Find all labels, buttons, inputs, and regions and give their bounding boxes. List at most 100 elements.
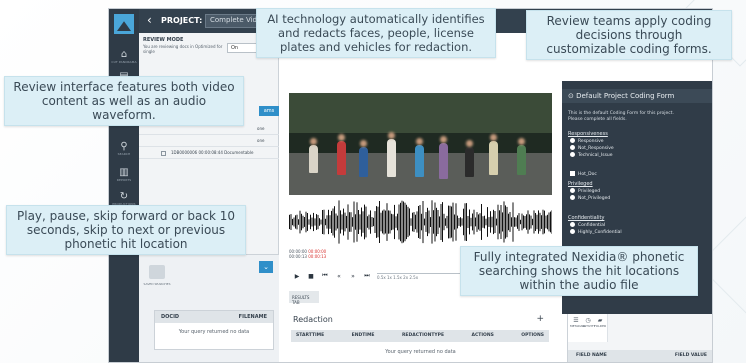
hit-list: one one 1DB0000006 00:00:08:44 Documenta… [139,123,279,159]
confidentiality-group: Confidentiality Confidential Highly_Conf… [568,215,708,236]
waveform-bar [448,205,449,239]
rewind-icon[interactable]: « [335,273,343,280]
waveform-bar [469,209,470,235]
saved-searches-icon[interactable] [149,265,165,279]
actions-column-header[interactable]: ACTIONS [471,333,493,339]
hot-doc-checkbox-row[interactable]: Hot_Doc [568,171,708,178]
options-column-header[interactable]: OPTIONS [521,333,544,339]
radio-option[interactable]: Highly_Confidential [568,229,708,236]
productions-icon[interactable]: ↻ PRODUCTIONS [109,191,139,206]
coding-form-header[interactable]: ⊙ Default Project Coding Form [562,89,712,103]
stop-icon[interactable]: ■ [307,273,315,280]
home-icon[interactable]: ⌂ CUT PANORAMA [109,49,139,64]
results-tab[interactable]: RESULTS TAB [289,291,319,305]
tab-label: METADATA [570,324,586,328]
project-label: PROJECT: [161,16,203,25]
radio-option[interactable]: Confidential [568,222,708,229]
hit-row[interactable]: one [139,135,279,147]
callout-playback-controls: Play, pause, skip forward or back 10 sec… [6,205,246,255]
field-value-column-header[interactable]: FIELD VALUE [675,353,707,362]
selected-hit-highlight[interactable]: ams [259,106,279,116]
waveform-bar [406,204,407,240]
video-player[interactable] [289,93,552,195]
waveform-bar [386,203,388,241]
waveform-bar [398,204,400,240]
waveform-bar [392,214,394,230]
review-mode-toggle[interactable]: On [227,43,257,53]
waveform-bar [491,216,493,228]
document-table: DOCID FILENAME Your query returned no dat… [154,310,274,350]
option-label: Technical_Issue [578,153,613,158]
waveform-bar [490,211,491,233]
waveform-bar [521,213,523,231]
radio-option[interactable]: Not_Privileged [568,195,708,202]
waveform-bar [440,204,442,240]
radio-option[interactable]: Privileged [568,188,708,195]
waveform-bar [421,213,422,231]
hit-checkbox[interactable] [161,150,166,156]
filename-column-header[interactable]: FILENAME [239,314,267,320]
radio-icon[interactable] [570,138,575,143]
field-name-column-header[interactable]: FIELD NAME [576,353,607,362]
back-arrow-icon[interactable]: ‹ [147,13,152,27]
waveform-bar [374,211,376,233]
waveform-bar [401,200,403,244]
radio-icon[interactable] [570,152,575,157]
waveform-bar [325,218,326,226]
waveform-bar [485,218,487,226]
folder-tab[interactable]: ▰ FOLDER [594,317,606,328]
hit-row-text: one [257,138,265,143]
hit-row[interactable]: 1DB0000006 00:00:08:44 Documentable [139,147,279,159]
radio-icon[interactable] [570,195,575,200]
radio-icon[interactable] [570,188,575,193]
previous-hit-icon[interactable]: ⏮ [321,272,329,280]
waveform-bar [472,213,473,231]
play-icon[interactable]: ▶ [293,273,301,280]
docid-column-header[interactable]: DOCID [161,314,179,320]
waveform-bar [466,203,467,241]
tab-label: ACTIVITY [582,324,596,328]
redactiontype-column-header[interactable]: REDACTIONTYPE [402,333,444,339]
radio-option[interactable]: Responsive [568,138,708,145]
activity-tab[interactable]: ◷ ACTIVITY [582,317,596,328]
waveform-bar [395,216,397,228]
waveform-bar [377,206,379,238]
waveform-bar [296,214,298,230]
waveform-bar [488,217,490,227]
checkbox[interactable] [570,171,575,176]
radio-option[interactable]: Technical_Issue [568,152,708,159]
waveform-bar [389,210,391,234]
audio-waveform[interactable] [289,197,552,247]
metadata-tab[interactable]: ☰ METADATA [570,317,586,328]
endtime-column-header[interactable]: ENDTIME [352,333,375,339]
waveform-bar [479,213,481,231]
radio-option[interactable]: Not_Responsive [568,145,708,152]
waveform-bar [337,215,338,229]
waveform-bar [326,215,328,229]
starttime-column-header[interactable]: STARTTIME [296,333,324,339]
waveform-bar [359,214,361,230]
waveform-bar [418,206,419,238]
empty-message: Your query returned no data [178,329,250,335]
waveform-bar [463,208,464,236]
radio-icon[interactable] [570,145,575,150]
next-hit-icon[interactable]: ⏭ [363,272,371,280]
waveform-bar [313,212,314,232]
add-redaction-icon[interactable]: + [536,314,544,324]
search-nav-icon[interactable]: ⚲ SEARCH [109,141,139,156]
callout-phonetic-search: Fully integrated Nexidia® phonetic searc… [460,246,698,296]
waveform-bar [527,210,529,234]
callout-ai-redaction: AI technology automatically identifies a… [256,8,496,58]
waveform-bar [328,209,329,235]
waveform-bar [455,203,457,241]
radio-icon[interactable] [570,222,575,227]
waveform-bar [410,218,412,226]
reports-icon[interactable]: ▥ REPORTS [109,167,139,182]
chevron-down-icon[interactable]: ⌄ [259,261,273,273]
app-logo [114,14,134,34]
radio-icon[interactable] [570,229,575,234]
waveform-bar [526,214,527,230]
waveform-bar [496,218,497,226]
forward-icon[interactable]: » [349,273,357,280]
blurred-person [415,145,424,177]
